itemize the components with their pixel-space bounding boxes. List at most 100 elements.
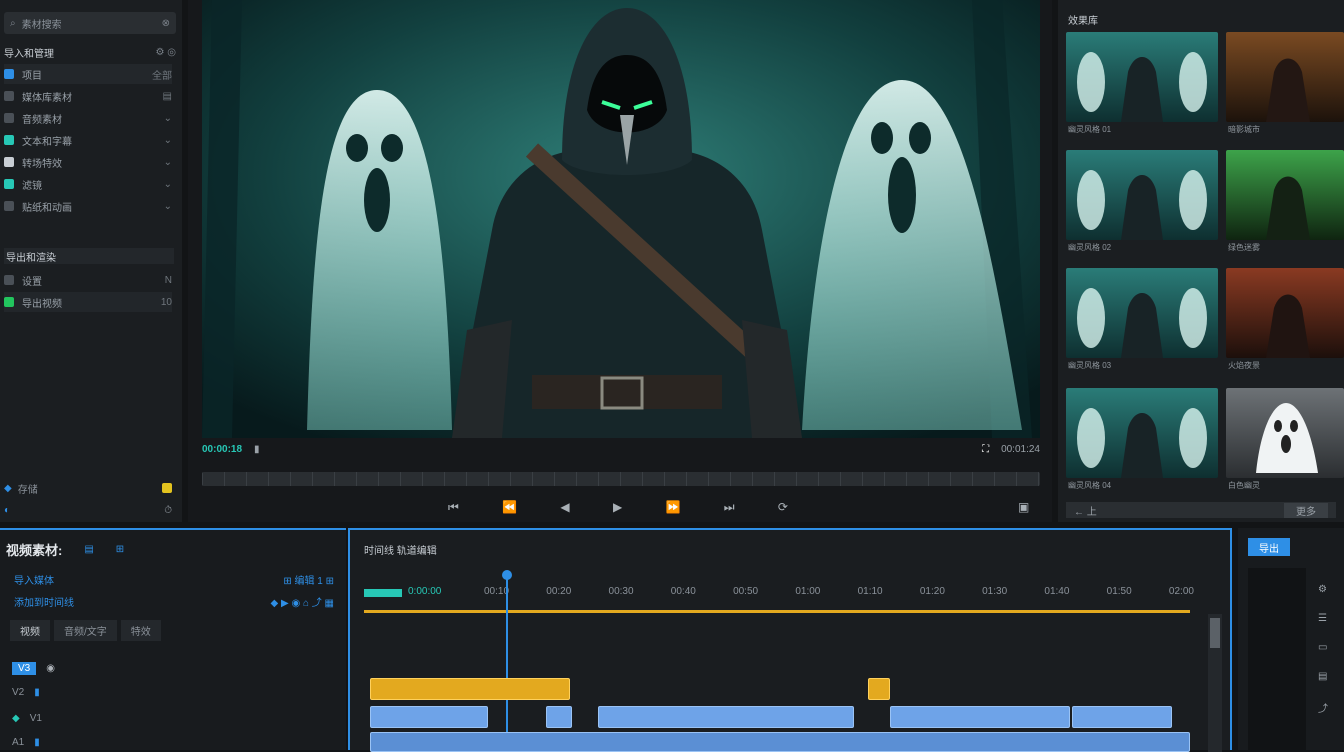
left-item-1[interactable]: 媒体库素材 ▤ (4, 86, 172, 106)
thumbnail-5[interactable] (1226, 268, 1344, 358)
timeline-clip[interactable] (890, 706, 1070, 728)
forward-icon[interactable]: ⏩ (665, 500, 680, 516)
timeline-clip[interactable] (868, 678, 890, 700)
side-toolbar: ⚙ ☰ ▭ ▤ ⤴ (1318, 584, 1336, 715)
track-header-0[interactable]: V3 ◉ (12, 660, 332, 676)
side-scroll-area[interactable] (1248, 568, 1306, 750)
thumbnail-3[interactable] (1226, 150, 1344, 240)
track-header-1[interactable]: V2 ▮ (12, 684, 332, 700)
left-item2-1[interactable]: 导出视频 10 (4, 292, 172, 312)
import-media-button[interactable]: 导入媒体 (14, 572, 54, 587)
track-header-2[interactable]: ◆ V1 (12, 710, 332, 726)
left-item-3[interactable]: 文本和字幕 ⌄ (4, 130, 172, 150)
timecode: 00:00:18 (202, 443, 243, 455)
clear-icon[interactable]: ⊗ (162, 18, 170, 29)
filter-icon (4, 179, 14, 189)
list-view-tab[interactable]: ▤ (84, 544, 93, 555)
search-input[interactable]: 素材搜索 (22, 16, 156, 31)
edit-tools[interactable]: ⊞ 编辑 1 ⊞ (283, 572, 334, 587)
media-icon (4, 91, 14, 101)
track-header-3[interactable]: A1 ▮ (12, 734, 332, 750)
timeline-title: 时间线 轨道编辑 (364, 546, 437, 557)
timeline-scrollbar[interactable] (1208, 614, 1222, 752)
media-bin-title: 视频素材: (6, 543, 63, 558)
tools-icon[interactable]: ▭ (1318, 642, 1336, 653)
search-bar[interactable]: ⌕ 素材搜索 ⊗ (4, 12, 176, 34)
thumbnail-2[interactable] (1066, 150, 1218, 240)
more-button[interactable]: 更多 (1284, 502, 1328, 518)
thumbnail-caption-0: 幽灵风格 01 (1068, 125, 1112, 134)
thumbnail-caption-5: 火焰夜景 (1228, 361, 1260, 370)
export-button[interactable]: 导出 (1248, 538, 1290, 556)
thumbnail-caption-6: 幽灵风格 04 (1068, 481, 1112, 490)
thumbnail-0[interactable] (1066, 32, 1218, 122)
back-button[interactable]: ← 上 (1074, 503, 1097, 518)
loop-icon[interactable]: ⟳ (778, 500, 788, 516)
scrubber-ticks (202, 472, 1040, 486)
section2-title: 导出和渲染 (4, 248, 174, 264)
thumbnail-caption-2: 幽灵风格 02 (1068, 243, 1112, 252)
grid-view-tab[interactable]: ⊞ (116, 544, 124, 555)
search-icon: ⌕ (10, 17, 16, 29)
settings-icon[interactable]: ⚙ (1318, 584, 1336, 595)
lock-icon[interactable]: ▮ (34, 687, 40, 698)
transport-controls: ⏮ ⏪ ◀ ▶ ⏩ ⏭ ⟳ (448, 500, 788, 516)
step-back-icon[interactable]: ◀ (560, 500, 569, 516)
add-to-timeline-button[interactable]: 添加到时间线 (14, 594, 74, 609)
left-item-5[interactable]: 滤镜 ⌄ (4, 174, 172, 194)
settings-icon[interactable]: ⚙ ◎ (156, 47, 176, 58)
left-item-6[interactable]: 贴纸和动画 ⌄ (4, 196, 172, 216)
storage-row[interactable]: ◆ 存储 (4, 480, 172, 496)
storage-row-2[interactable]: ◐ ⏱ (4, 502, 172, 518)
far-right-panel: 导出 ⚙ ☰ ▭ ▤ ⤴ (1238, 528, 1344, 750)
scroll-thumb[interactable] (1210, 618, 1220, 648)
left-item-0[interactable]: 项目 全部 (4, 64, 172, 84)
eye-icon[interactable]: ◉ (46, 663, 55, 674)
fullscreen-icon[interactable]: ⛶ (982, 444, 989, 455)
thumbnail-6[interactable] (1066, 388, 1218, 478)
rewind-icon[interactable]: ⏪ (502, 500, 517, 516)
settings-icon (4, 275, 14, 285)
thumbnail-caption-1: 暗影城市 (1228, 125, 1260, 134)
preview-canvas[interactable] (202, 0, 1040, 438)
timeline-clip[interactable] (598, 706, 854, 728)
left-item-4[interactable]: 转场特效 ⌄ (4, 152, 172, 172)
tab-effects[interactable]: 特效 (120, 620, 161, 641)
ruler-markers: 00:10 00:20 00:30 00:40 00:50 01:00 01:1… (484, 586, 1194, 597)
prev-icon[interactable]: ⏮ (448, 500, 459, 516)
timeline-clip[interactable] (546, 706, 572, 728)
storage-icon: ◆ (4, 482, 12, 494)
menu-icon[interactable]: ☰ (1318, 613, 1336, 624)
timeline-clip[interactable] (370, 678, 570, 700)
text-icon (4, 135, 14, 145)
toolbar-icons[interactable]: ◆ ▶ ◉ ⌂ ⤴ ▦ (271, 594, 335, 609)
thumbnail-1[interactable] (1226, 32, 1344, 122)
mute-icon[interactable]: ▮ (34, 737, 40, 748)
preview-toolbar: 00:00:18 ▮ ⛶ 00:01:24 (202, 440, 1040, 458)
export-icon (4, 297, 14, 307)
play-icon[interactable]: ▶ (613, 500, 622, 516)
export-icon[interactable]: ⤴ (1318, 700, 1336, 715)
playhead[interactable] (502, 570, 512, 752)
thumbnail-4[interactable] (1066, 268, 1218, 358)
snapshot-icon[interactable]: ▣ (1018, 500, 1029, 514)
timeline-ruler[interactable]: 0:00:00 00:10 00:20 00:30 00:40 00:50 01… (364, 586, 1194, 604)
left-item2-0[interactable]: 设置 N (4, 270, 172, 290)
scrubber[interactable] (202, 472, 1040, 486)
layers-icon[interactable]: ▤ (1318, 671, 1336, 682)
timeline-clip[interactable] (370, 732, 1190, 752)
marker-icon[interactable]: ▮ (254, 444, 260, 455)
tab-audio[interactable]: 音频/文字 (54, 620, 117, 641)
tab-video[interactable]: 视频 (10, 620, 50, 641)
left-item-2[interactable]: 音频素材 ⌄ (4, 108, 172, 128)
next-icon[interactable]: ⏭ (724, 500, 735, 516)
timeline-clip[interactable] (1072, 706, 1172, 728)
thumbnail-7[interactable] (1226, 388, 1344, 478)
left-panel: ⌕ 素材搜索 ⊗ 导入和管理 ⚙ ◎ 项目 全部 媒体库素材 ▤ 音频素材 ⌄ … (0, 0, 182, 522)
timeline-clip[interactable] (370, 706, 488, 728)
visible-icon[interactable]: ◆ (12, 713, 20, 724)
work-area-bar[interactable] (364, 610, 1190, 613)
thumbnail-caption-3: 绿色迷雾 (1228, 243, 1260, 252)
effects-panel: 效果库 幽灵风格 01 暗影城市 幽灵风格 02 绿色迷雾 幽灵风格 03 火焰… (1058, 0, 1344, 522)
playhead-handle[interactable] (502, 570, 512, 580)
